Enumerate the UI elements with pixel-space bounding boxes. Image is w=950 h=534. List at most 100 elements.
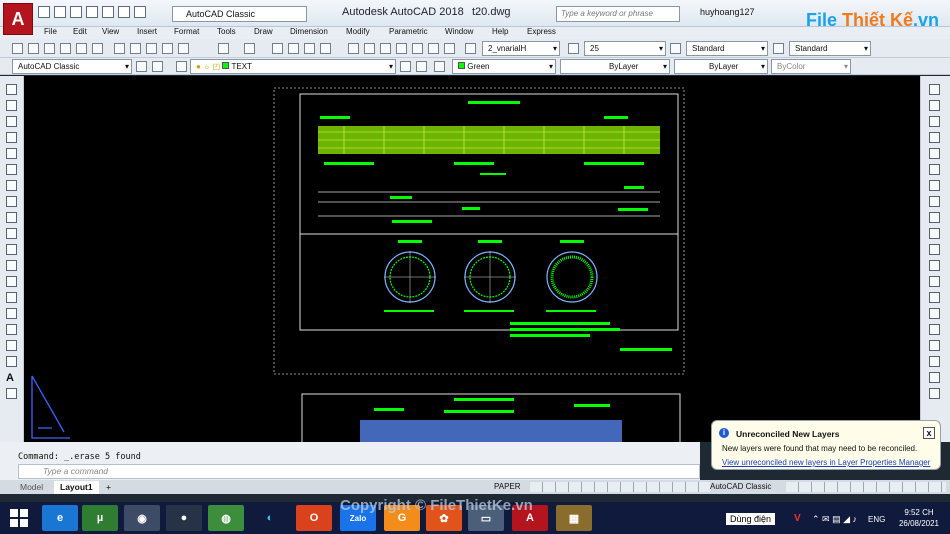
hatch-icon[interactable] xyxy=(6,308,17,319)
extend-icon[interactable] xyxy=(929,244,940,255)
trim-icon[interactable] xyxy=(929,228,940,239)
calculator-icon[interactable] xyxy=(428,43,439,54)
design-center-icon[interactable] xyxy=(364,43,375,54)
stretch-icon[interactable] xyxy=(929,212,940,223)
drawing-canvas[interactable] xyxy=(24,76,920,442)
undo-icon[interactable] xyxy=(118,6,130,18)
tool-icon[interactable]: ◐ xyxy=(252,505,288,531)
workspace-toolbar-select[interactable]: AutoCAD Classic xyxy=(12,59,132,74)
explode-icon[interactable] xyxy=(929,324,940,335)
scale-icon[interactable] xyxy=(929,196,940,207)
publish-icon[interactable] xyxy=(92,43,103,54)
make-block-icon[interactable] xyxy=(6,276,17,287)
close-icon[interactable]: x xyxy=(923,427,935,439)
table-icon[interactable] xyxy=(6,356,17,367)
pan-icon[interactable] xyxy=(272,43,283,54)
notification-link[interactable]: View unreconciled new layers in Layer Pr… xyxy=(722,458,930,467)
chrome-icon[interactable]: ● xyxy=(166,505,202,531)
construction-line-icon[interactable] xyxy=(6,100,17,111)
office-icon[interactable]: O xyxy=(296,505,332,531)
workspace-settings-icon[interactable] xyxy=(136,61,147,72)
table-style-icon[interactable] xyxy=(773,43,784,54)
greenapp-icon[interactable]: ◍ xyxy=(208,505,244,531)
line-icon[interactable] xyxy=(6,84,17,95)
save-as-icon[interactable] xyxy=(86,6,98,18)
array-icon[interactable] xyxy=(929,148,940,159)
save-file-icon[interactable] xyxy=(44,43,55,54)
text-style-select[interactable]: Standard xyxy=(686,41,768,56)
zoom-realtime-icon[interactable] xyxy=(288,43,299,54)
ellipse-icon[interactable] xyxy=(6,228,17,239)
copy-icon[interactable] xyxy=(130,43,141,54)
menu-express[interactable]: Express xyxy=(527,27,556,36)
menu-draw[interactable]: Draw xyxy=(254,27,273,36)
insert-block-icon[interactable] xyxy=(6,260,17,271)
dimension-linear-icon[interactable] xyxy=(929,340,940,351)
undo-tool-icon[interactable] xyxy=(218,43,229,54)
erase-icon[interactable] xyxy=(929,84,940,95)
table-style-select[interactable]: Standard xyxy=(789,41,871,56)
layer-previous-icon[interactable] xyxy=(416,61,427,72)
properties-icon[interactable] xyxy=(348,43,359,54)
ie-icon[interactable]: e xyxy=(42,505,78,531)
revision-cloud-icon[interactable] xyxy=(6,196,17,207)
layer-state-icon[interactable] xyxy=(434,61,445,72)
redo-tool-icon[interactable] xyxy=(244,43,255,54)
paper-space-toggle[interactable]: PAPER xyxy=(494,482,521,491)
search-input[interactable]: Type a keyword or phrase xyxy=(556,6,680,22)
dimension-aligned-icon[interactable] xyxy=(929,356,940,367)
menu-modify[interactable]: Modify xyxy=(346,27,370,36)
text-height-icon[interactable] xyxy=(568,43,579,54)
markup-icon[interactable] xyxy=(412,43,423,54)
tool-palettes-icon[interactable] xyxy=(380,43,391,54)
layer-properties-icon[interactable] xyxy=(176,61,187,72)
mirror-icon[interactable] xyxy=(929,116,940,127)
menu-tools[interactable]: Tools xyxy=(217,27,236,36)
move-icon[interactable] xyxy=(929,164,940,175)
chamfer-icon[interactable] xyxy=(929,292,940,303)
color-select[interactable]: Green xyxy=(452,59,556,74)
layer-select[interactable]: ● ☼ ◰ TEXT xyxy=(190,59,396,74)
dimstyle-select[interactable]: 2_vnarialH xyxy=(482,41,560,56)
multiline-text-icon[interactable]: A xyxy=(6,372,17,384)
polygon-icon[interactable] xyxy=(6,132,17,143)
menu-window[interactable]: Window xyxy=(445,27,473,36)
block-editor-icon[interactable] xyxy=(178,43,189,54)
linetype-select[interactable]: ByLayer xyxy=(560,59,670,74)
zoom-previous-icon[interactable] xyxy=(320,43,331,54)
zoom-window-icon[interactable] xyxy=(304,43,315,54)
open-icon[interactable] xyxy=(54,6,66,18)
dimension-radius-icon[interactable] xyxy=(929,372,940,383)
text-style-icon[interactable] xyxy=(670,43,681,54)
redo-icon[interactable] xyxy=(134,6,146,18)
dimension-angular-icon[interactable] xyxy=(929,388,940,399)
tray-status-text[interactable]: Dùng điện xyxy=(726,513,776,525)
tab-layout1[interactable]: Layout1 xyxy=(54,481,99,494)
tab-add[interactable]: + xyxy=(100,481,117,494)
menu-parametric[interactable]: Parametric xyxy=(389,27,428,36)
spline-icon[interactable] xyxy=(6,212,17,223)
fillet-icon[interactable] xyxy=(929,308,940,319)
command-input[interactable]: Type a command xyxy=(18,464,700,479)
dimstyle-icon[interactable] xyxy=(465,43,476,54)
menu-format[interactable]: Format xyxy=(174,27,199,36)
start-button[interactable] xyxy=(0,502,38,534)
winrar-icon[interactable]: ▦ xyxy=(556,505,592,531)
workspace-switch[interactable]: AutoCAD Classic xyxy=(710,482,771,491)
offset-icon[interactable] xyxy=(929,132,940,143)
paste-icon[interactable] xyxy=(146,43,157,54)
qnew-icon[interactable] xyxy=(12,43,23,54)
polyline-icon[interactable] xyxy=(6,116,17,127)
ellipse-arc-icon[interactable] xyxy=(6,244,17,255)
preview-icon[interactable] xyxy=(76,43,87,54)
menu-insert[interactable]: Insert xyxy=(137,27,157,36)
menu-view[interactable]: View xyxy=(102,27,119,36)
tray-app-icon[interactable]: V xyxy=(794,513,801,524)
copy-object-icon[interactable] xyxy=(929,100,940,111)
open-file-icon[interactable] xyxy=(28,43,39,54)
new-icon[interactable] xyxy=(38,6,50,18)
menu-help[interactable]: Help xyxy=(492,27,508,36)
utorrent-icon[interactable]: µ xyxy=(82,505,118,531)
menu-dimension[interactable]: Dimension xyxy=(290,27,328,36)
arc-icon[interactable] xyxy=(6,164,17,175)
